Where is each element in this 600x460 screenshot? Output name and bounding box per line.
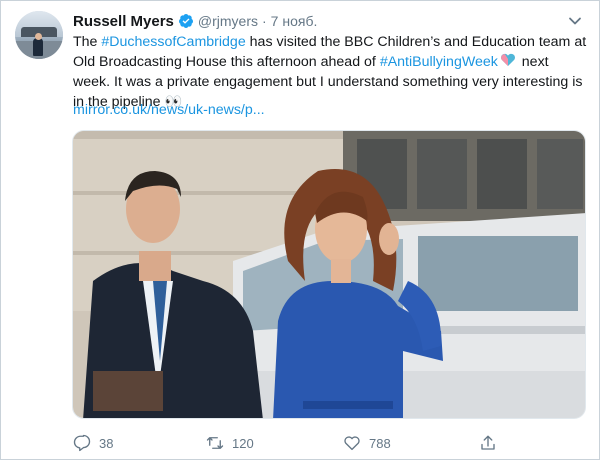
tweet-card: Russell Myers @rjmyers · 7 нояб. The #Du…	[0, 0, 600, 460]
author-handle[interactable]: @rjmyers	[198, 13, 258, 29]
hashtag-link[interactable]: #DuchessofCambridge	[101, 34, 245, 50]
like-button[interactable]: 788	[343, 432, 391, 454]
article-link[interactable]: mirror.co.uk/news/uk-news/p...	[73, 102, 265, 118]
tweet-timestamp[interactable]: 7 нояб.	[271, 13, 318, 29]
chevron-down-icon[interactable]	[567, 13, 583, 29]
author-name[interactable]: Russell Myers	[73, 13, 174, 30]
reply-button[interactable]: 38	[73, 432, 113, 454]
like-count: 788	[369, 435, 391, 451]
photo-image	[73, 131, 585, 418]
retweet-count: 120	[232, 435, 254, 451]
tweet-text: The #DuchessofCambridge has visited the …	[73, 32, 589, 112]
tweet-actions: 38 120 788	[73, 432, 503, 454]
tweet-text-segment: The	[73, 34, 102, 50]
separator-dot: ·	[262, 13, 267, 29]
heart-icon	[344, 436, 360, 451]
avatar[interactable]	[15, 11, 63, 59]
retweet-button[interactable]: 120	[206, 432, 254, 454]
retweet-icon	[206, 437, 224, 449]
tweet-photo[interactable]	[72, 130, 586, 419]
share-button[interactable]	[479, 432, 505, 454]
reply-icon	[73, 434, 91, 452]
verified-badge-icon	[178, 14, 193, 28]
reply-count: 38	[99, 435, 114, 451]
tweet-header: Russell Myers @rjmyers · 7 нояб.	[73, 11, 317, 31]
share-icon	[481, 435, 495, 450]
hashtag-link[interactable]: #AntiBullyingWeek	[380, 54, 498, 70]
heart-emoji-icon	[500, 53, 515, 66]
